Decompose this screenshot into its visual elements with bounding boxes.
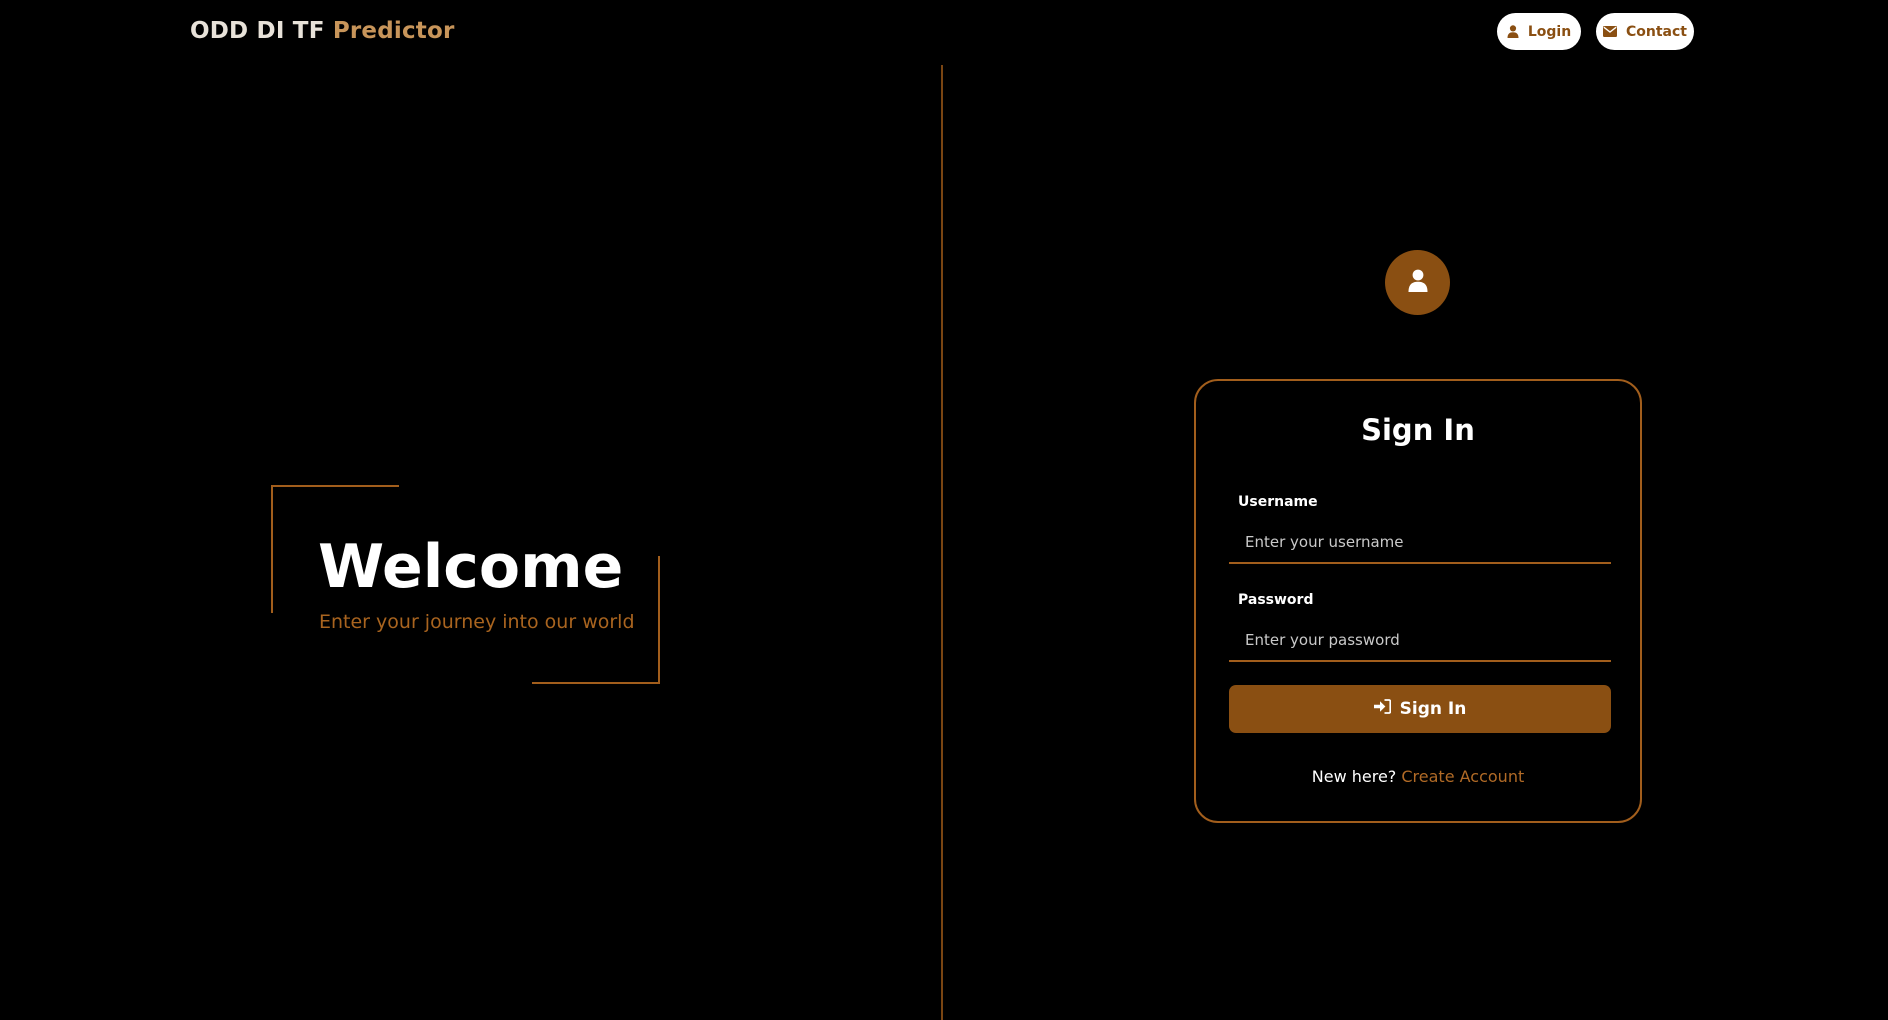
nav-contact-button[interactable]: Contact — [1596, 13, 1694, 50]
welcome-subtitle: Enter your journey into our world — [319, 611, 635, 633]
sign-in-button[interactable]: Sign In — [1229, 685, 1611, 733]
username-label: Username — [1238, 494, 1318, 510]
username-input[interactable] — [1229, 522, 1611, 562]
login-page: ODD DI TF Predictor Login Contact Welcom… — [0, 0, 1888, 1020]
frame-corner-left — [271, 485, 273, 613]
nav-contact-label: Contact — [1626, 23, 1687, 40]
password-input[interactable] — [1229, 620, 1611, 660]
username-field-wrapper — [1229, 522, 1611, 564]
sign-in-icon — [1373, 699, 1391, 719]
brand-name: ODD DI TF — [190, 18, 325, 44]
brand-logo[interactable]: ODD DI TF Predictor — [190, 18, 455, 44]
welcome-title: Welcome — [318, 532, 624, 602]
frame-corner-top — [271, 485, 399, 487]
card-title: Sign In — [1361, 413, 1475, 447]
frame-corner-right — [658, 556, 660, 684]
vertical-divider — [941, 65, 943, 1020]
nav-login-button[interactable]: Login — [1497, 13, 1581, 50]
password-label: Password — [1238, 592, 1314, 608]
user-icon — [1507, 25, 1519, 38]
sign-in-card: Sign In Username Password Sign In New he… — [1194, 379, 1642, 823]
envelope-icon — [1603, 26, 1617, 37]
signup-prompt: New here? — [1311, 767, 1397, 786]
password-field-wrapper — [1229, 620, 1611, 662]
frame-corner-bottom — [532, 682, 660, 684]
signup-row: New here? Create Account — [1196, 767, 1640, 786]
user-icon — [1408, 269, 1428, 296]
sign-in-button-label: Sign In — [1399, 699, 1467, 719]
brand-accent: Predictor — [332, 18, 455, 44]
avatar — [1385, 250, 1450, 315]
nav-login-label: Login — [1527, 23, 1572, 40]
create-account-link[interactable]: Create Account — [1401, 767, 1524, 786]
